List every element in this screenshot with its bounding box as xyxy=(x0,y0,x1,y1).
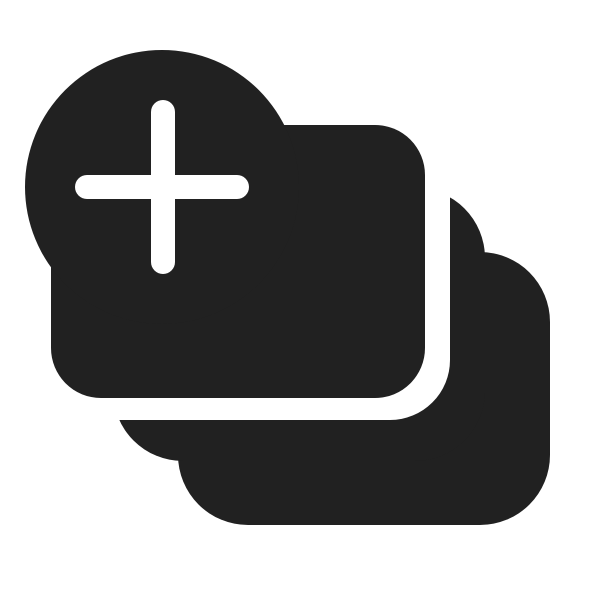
icon-canvas xyxy=(0,0,600,600)
add-card-stack-icon xyxy=(25,50,550,525)
